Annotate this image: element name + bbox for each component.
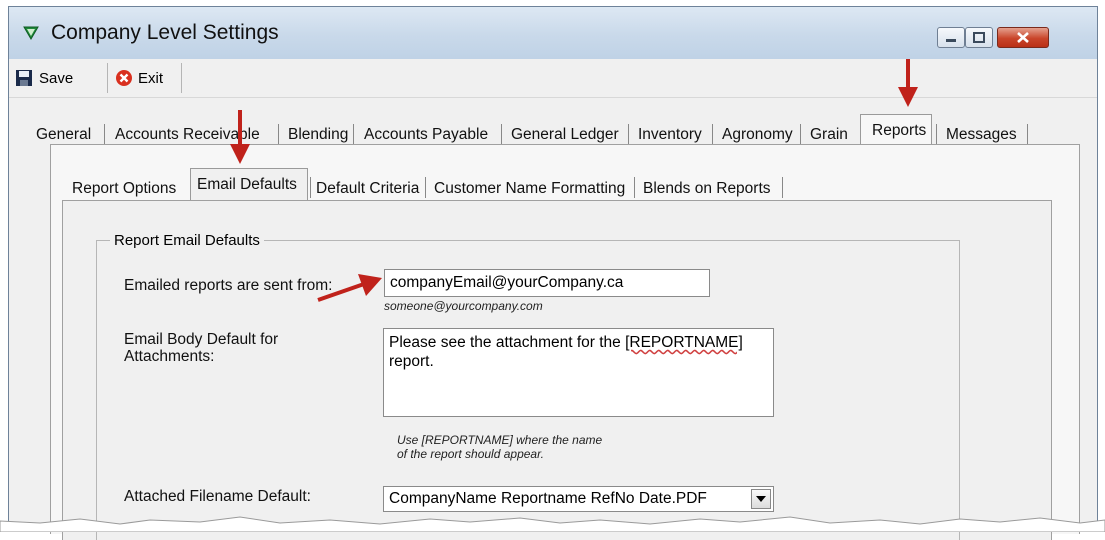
app-triangle-icon — [23, 26, 39, 40]
filename-select[interactable]: CompanyName Reportname RefNo Date.PDF — [383, 486, 774, 512]
tab-separator — [800, 124, 801, 145]
tab-separator — [628, 124, 629, 145]
tab-email-defaults[interactable]: Email Defaults — [197, 176, 297, 194]
tab-blending[interactable]: Blending — [288, 126, 348, 144]
tab-separator — [278, 124, 279, 145]
filename-label: Attached Filename Default: — [124, 488, 311, 505]
body-label-line2: Attachments: — [124, 348, 215, 365]
save-button[interactable]: Save — [15, 65, 73, 91]
tab-separator — [712, 124, 713, 145]
exit-button[interactable]: Exit — [115, 65, 163, 91]
tab-separator — [353, 124, 354, 145]
close-button[interactable] — [997, 27, 1049, 48]
tab-customer-name-formatting[interactable]: Customer Name Formatting — [434, 180, 625, 198]
tab-separator — [936, 124, 937, 145]
email-body-textarea[interactable]: Please see the attachment for the [REPOR… — [383, 328, 774, 417]
group-title: Report Email Defaults — [110, 232, 264, 249]
arrow-to-sent-from-input — [317, 274, 382, 302]
toolbar-separator — [181, 63, 182, 93]
body-text-token: [REPORTNAME] — [625, 334, 743, 351]
close-icon — [1017, 32, 1029, 43]
tab-general-ledger[interactable]: General Ledger — [511, 126, 619, 144]
tab-default-criteria[interactable]: Default Criteria — [316, 180, 419, 198]
tab-separator — [425, 177, 426, 198]
toolbar-separator — [107, 63, 108, 93]
tab-general[interactable]: General — [36, 126, 91, 144]
tab-separator — [634, 177, 635, 198]
tab-separator — [310, 177, 311, 198]
tab-blends-on-reports[interactable]: Blends on Reports — [643, 180, 771, 198]
filename-dropdown-button[interactable] — [751, 489, 771, 509]
maximize-button[interactable] — [965, 27, 993, 48]
arrow-to-email-defaults — [230, 110, 250, 164]
filename-value: CompanyName Reportname RefNo Date.PDF — [389, 490, 707, 507]
maximize-icon — [973, 32, 985, 43]
chevron-down-icon — [756, 496, 766, 502]
tab-accounts-payable[interactable]: Accounts Payable — [364, 126, 488, 144]
arrow-to-reports-tab — [898, 59, 918, 107]
title-bar: Company Level Settings — [9, 7, 1097, 59]
sent-from-label: Emailed reports are sent from: — [124, 277, 333, 294]
tab-separator — [1027, 124, 1028, 145]
tab-grain[interactable]: Grain — [810, 126, 848, 144]
body-text-end: report. — [389, 353, 434, 370]
exit-label: Exit — [138, 69, 164, 87]
tab-separator — [501, 124, 502, 145]
minimize-button[interactable] — [937, 27, 965, 48]
body-text-start: Please see the attachment for the — [389, 334, 626, 351]
sent-from-input[interactable]: companyEmail@yourCompany.ca — [384, 269, 710, 297]
window-title: Company Level Settings — [51, 21, 279, 44]
tab-messages[interactable]: Messages — [946, 126, 1017, 144]
save-label: Save — [39, 69, 74, 87]
sent-from-hint: someone@yourcompany.com — [384, 299, 543, 313]
tab-separator — [104, 124, 105, 145]
torn-edge-decoration — [0, 516, 1105, 532]
tab-reports[interactable]: Reports — [872, 122, 926, 140]
tab-report-options[interactable]: Report Options — [72, 180, 176, 198]
save-disk-icon — [16, 70, 32, 86]
exit-x-icon — [116, 70, 132, 86]
tab-separator — [782, 177, 783, 198]
body-hint-line1: Use [REPORTNAME] where the name — [397, 433, 603, 447]
minimize-icon — [946, 39, 956, 42]
body-hint-line2: of the report should appear. — [397, 447, 544, 461]
tab-inventory[interactable]: Inventory — [638, 126, 702, 144]
toolbar: Save Exit — [9, 59, 1097, 98]
tab-agronomy[interactable]: Agronomy — [722, 126, 793, 144]
